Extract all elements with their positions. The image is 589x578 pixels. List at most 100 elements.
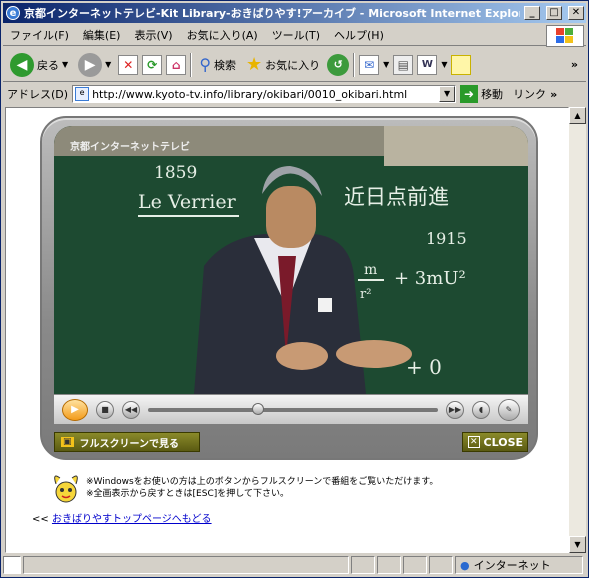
edit-word-icon[interactable]: W xyxy=(417,54,438,75)
seek-thumb[interactable] xyxy=(252,402,265,415)
address-bar: アドレス(D) e http://www.kyoto-tv.info/libra… xyxy=(3,83,586,105)
menu-tools[interactable]: ツール(T) xyxy=(265,27,327,43)
play-button[interactable]: ▶ xyxy=(62,398,88,421)
go-label: 移動 xyxy=(481,88,504,101)
back-button[interactable]: ◀ 戻る ▼ xyxy=(7,51,71,79)
menu-edit[interactable]: 編集(E) xyxy=(76,27,128,43)
menu-favorites[interactable]: お気に入り(A) xyxy=(180,27,265,43)
toolbar-divider xyxy=(190,52,193,77)
favorites-label: お気に入り xyxy=(265,58,321,72)
search-icon: ⚲ xyxy=(199,55,212,74)
close-window-button[interactable]: ✕ xyxy=(568,6,584,20)
board-kanji: 近日点前進 xyxy=(344,185,449,209)
page-status-icon xyxy=(3,556,21,574)
address-url: http://www.kyoto-tv.info/library/okibari… xyxy=(92,87,408,101)
search-label: 検索 xyxy=(214,58,237,72)
forward-button[interactable]: ▶ ▼ xyxy=(75,51,114,79)
messenger-note-icon[interactable] xyxy=(451,54,472,75)
browser-window: e 京都インターネットテレビ-Kit Library-おきばりやす!アーカイブ … xyxy=(0,0,589,578)
video-frame: 1859 Le Verrier 近日点前進 1915 m r² + 3mU² +… xyxy=(54,126,528,394)
board-name: Le Verrier xyxy=(138,191,237,213)
mail-icon[interactable]: ✉ xyxy=(359,54,380,75)
address-label: アドレス(D) xyxy=(7,88,69,101)
board-eq-m: m xyxy=(364,262,377,278)
tv-icon: ▣ xyxy=(61,437,74,447)
zone-label: インターネット xyxy=(473,559,551,572)
stop-icon[interactable]: ✕ xyxy=(118,54,139,75)
window-title: 京都インターネットテレビ-Kit Library-おきばりやす!アーカイブ - … xyxy=(24,7,520,20)
close-label: CLOSE xyxy=(483,435,524,449)
status-bar: ● インターネット xyxy=(3,555,586,575)
status-cell xyxy=(351,556,375,574)
security-zone-cell: ● インターネット xyxy=(455,556,583,574)
back-to-top-link[interactable]: おきばりやすトップページへもどる xyxy=(52,514,212,525)
board-eq-r2: r² xyxy=(360,287,371,302)
title-bar: e 京都インターネットテレビ-Kit Library-おきばりやす!アーカイブ … xyxy=(3,3,586,23)
address-input[interactable]: e http://www.kyoto-tv.info/library/okiba… xyxy=(72,85,457,103)
refresh-icon[interactable]: ⟳ xyxy=(142,54,163,75)
back-dropdown-icon[interactable]: ▼ xyxy=(62,60,68,69)
board-year-1915: 1915 xyxy=(426,229,467,248)
address-dropdown-icon[interactable]: ▼ xyxy=(439,86,456,102)
fullscreen-button[interactable]: ▣ フルスクリーンで見る xyxy=(54,432,200,452)
mail-dropdown-icon[interactable]: ▼ xyxy=(383,60,389,69)
search-button[interactable]: ⚲ 検索 xyxy=(196,53,239,76)
forward-arrow-icon: ▶ xyxy=(78,52,103,77)
channel-logo: 京都インターネットテレビ xyxy=(70,142,190,153)
print-icon[interactable]: ▤ xyxy=(393,54,414,75)
go-button[interactable]: ➜ 移動 xyxy=(460,85,503,103)
volume-icon[interactable]: ◖ xyxy=(472,400,490,419)
maximize-button[interactable]: □ xyxy=(546,6,562,20)
status-cell xyxy=(377,556,401,574)
back-arrow-icon: ◀ xyxy=(10,52,34,77)
status-cell xyxy=(403,556,427,574)
note-line-2: ※全画表示から戻すときは[ESC]を押して下さい。 xyxy=(86,489,289,499)
scroll-up-icon[interactable]: ▲ xyxy=(569,107,586,124)
board-year-1859: 1859 xyxy=(154,163,197,183)
favorites-button[interactable]: ★ お気に入り xyxy=(243,52,323,77)
seek-bar[interactable] xyxy=(148,402,438,415)
back-prefix: << xyxy=(32,514,49,525)
minimize-button[interactable]: _ xyxy=(524,6,540,20)
toolbar-divider xyxy=(353,52,356,77)
scroll-down-icon[interactable]: ▼ xyxy=(569,536,586,553)
chat-bubble-icon[interactable]: ✎ xyxy=(498,398,520,421)
globe-icon: ● xyxy=(460,558,470,572)
stop-button[interactable]: ■ xyxy=(96,400,114,419)
back-link-row: << おきばりやすトップページへもどる xyxy=(32,510,212,525)
toolbar-overflow-icon[interactable]: » xyxy=(571,58,578,71)
note-line-1: ※Windowsをお使いの方は上のボタンからフルスクリーンで番組をご覧いただけま… xyxy=(86,477,439,487)
page-content: 1859 Le Verrier 近日点前進 1915 m r² + 3mU² +… xyxy=(5,107,569,553)
mascot-icon xyxy=(54,475,78,503)
back-label: 戻る xyxy=(37,58,59,72)
rewind-button[interactable]: ◀◀ xyxy=(122,400,140,419)
board-eq-3mu: + 3mU² xyxy=(394,268,466,289)
fast-forward-button[interactable]: ▶▶ xyxy=(446,400,464,419)
edit-dropdown-icon[interactable]: ▼ xyxy=(441,60,447,69)
video-image: 1859 Le Verrier 近日点前進 1915 m r² + 3mU² +… xyxy=(54,126,528,394)
menu-bar: ファイル(F) 編集(E) 表示(V) お気に入り(A) ツール(T) ヘルプ(… xyxy=(3,24,586,46)
status-cell xyxy=(429,556,453,574)
vertical-scrollbar[interactable]: ▲ ▼ xyxy=(569,107,586,553)
menu-view[interactable]: 表示(V) xyxy=(127,27,179,43)
player-controls: ▶ ■ ◀◀ ▶▶ ◖ ✎ xyxy=(54,394,528,424)
fullscreen-label: フルスクリーンで見る xyxy=(79,438,180,450)
forward-dropdown-icon[interactable]: ▼ xyxy=(105,60,111,69)
notes: ※Windowsをお使いの方は上のボタンからフルスクリーンで番組をご覧いただけま… xyxy=(86,476,438,500)
links-overflow-icon[interactable]: » xyxy=(550,88,557,101)
standard-toolbar: ◀ 戻る ▼ ▶ ▼ ✕ ⟳ ⌂ ⚲ 検索 ★ お気に入り ↺ ✉ ▼ ▤ W … xyxy=(3,48,586,82)
star-icon: ★ xyxy=(246,54,263,75)
links-button[interactable]: リンク xyxy=(513,86,546,102)
go-arrow-icon: ➜ xyxy=(460,85,479,103)
menu-help[interactable]: ヘルプ(H) xyxy=(327,27,391,43)
page-icon: e xyxy=(75,87,90,101)
board-eq-0: + 0 xyxy=(406,355,442,379)
home-icon[interactable]: ⌂ xyxy=(166,54,187,75)
windows-logo-icon xyxy=(546,25,584,47)
close-x-icon: ✕ xyxy=(468,436,480,448)
video-player: 1859 Le Verrier 近日点前進 1915 m r² + 3mU² +… xyxy=(40,116,538,460)
close-player-button[interactable]: ✕ CLOSE xyxy=(462,432,528,452)
history-icon[interactable]: ↺ xyxy=(327,53,350,76)
menu-file[interactable]: ファイル(F) xyxy=(3,27,76,43)
ie-icon: e xyxy=(6,6,20,20)
